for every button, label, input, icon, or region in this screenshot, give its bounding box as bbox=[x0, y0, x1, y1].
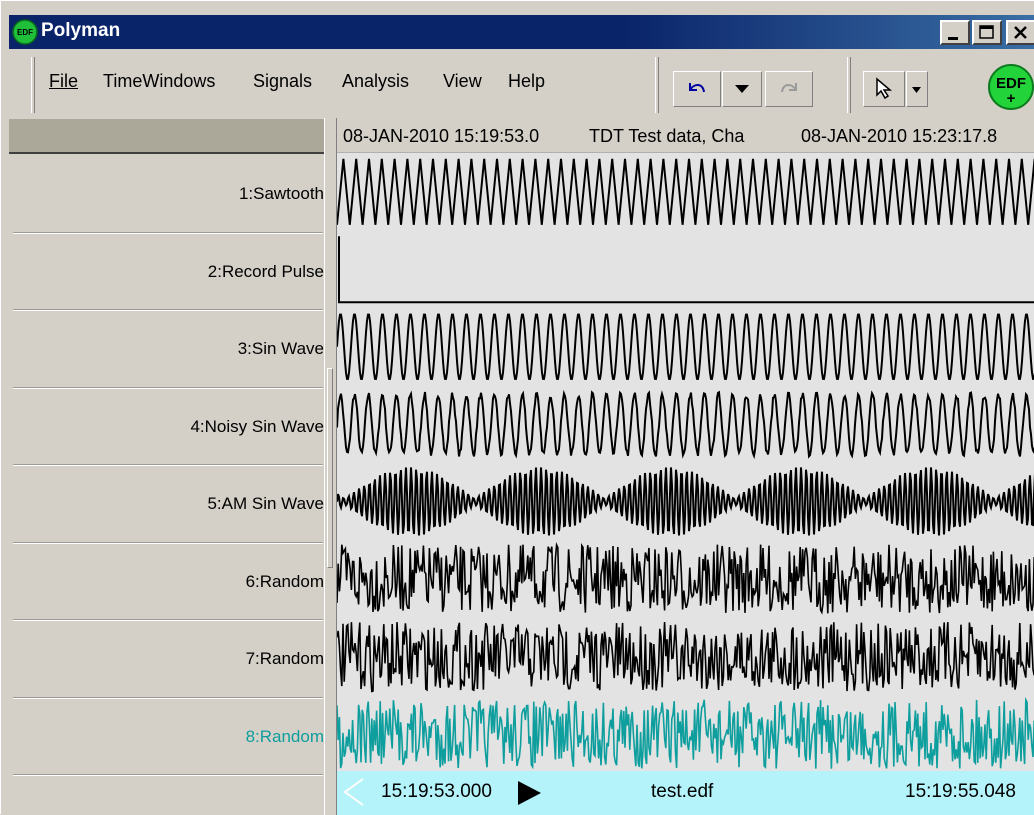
maximize-button[interactable] bbox=[972, 20, 1002, 45]
waveform-random[interactable] bbox=[337, 622, 1034, 693]
waveform-sine[interactable] bbox=[337, 313, 1034, 380]
header-recording-info: TDT Test data, Cha bbox=[589, 126, 745, 146]
waveform-random[interactable] bbox=[337, 542, 1034, 615]
edf-plus-logo: EDF + bbox=[988, 64, 1034, 110]
chevron-down-icon bbox=[912, 87, 921, 93]
menu-grip[interactable] bbox=[31, 57, 35, 113]
channel-label[interactable]: 3:Sin Wave bbox=[9, 339, 324, 359]
pointer-tool-button[interactable] bbox=[863, 71, 905, 107]
redo-button[interactable] bbox=[765, 71, 813, 107]
scroll-forward-icon[interactable] bbox=[515, 779, 543, 807]
edf-app-icon: EDF bbox=[12, 19, 38, 45]
undo-history-dropdown[interactable] bbox=[722, 71, 762, 107]
channel-label[interactable]: 4:Noisy Sin Wave bbox=[9, 417, 324, 437]
close-icon bbox=[1014, 26, 1027, 39]
channel-label[interactable]: 8:Random bbox=[9, 727, 324, 747]
channel-divider bbox=[13, 386, 323, 389]
window-title: Polyman bbox=[41, 20, 121, 41]
channel-divider bbox=[13, 619, 323, 621]
splitter-handle[interactable] bbox=[327, 368, 333, 568]
menu-analysis[interactable]: Analysis bbox=[342, 71, 409, 92]
chevron-down-icon bbox=[735, 85, 749, 93]
svg-text:EDF: EDF bbox=[17, 28, 33, 37]
undo-button[interactable] bbox=[673, 71, 721, 107]
scroll-back-icon[interactable] bbox=[341, 777, 367, 807]
waveform-pulse[interactable] bbox=[338, 236, 1034, 304]
header-end-time: 08-JAN-2010 15:23:17.8 bbox=[801, 126, 998, 146]
minimize-icon bbox=[948, 37, 958, 40]
menu-file-label: File bbox=[49, 71, 79, 91]
menu-bar: File TimeWindows Signals Analysis View H… bbox=[9, 53, 1034, 117]
signal-plot-area[interactable]: 08-JAN-2010 15:19:53.0 TDT Test data, Ch… bbox=[337, 118, 1034, 815]
signal-traces[interactable] bbox=[337, 153, 1034, 771]
waveform-random[interactable] bbox=[337, 696, 1034, 770]
waveform-am-sine[interactable] bbox=[337, 467, 1034, 536]
channel-divider bbox=[13, 231, 323, 234]
maximize-icon bbox=[979, 25, 994, 39]
pointer-tool-dropdown[interactable] bbox=[906, 71, 928, 107]
edf-logo-plus: + bbox=[1007, 90, 1016, 107]
channel-label[interactable]: 1:Sawtooth bbox=[9, 184, 324, 204]
status-filename: test.edf bbox=[651, 781, 714, 802]
channel-list-header bbox=[9, 119, 325, 154]
minimize-button[interactable] bbox=[940, 20, 970, 45]
toolbar-grip-2[interactable] bbox=[847, 57, 851, 113]
pointer-cursor-icon bbox=[876, 77, 893, 100]
menu-signals[interactable]: Signals bbox=[253, 71, 312, 92]
menu-help[interactable]: Help bbox=[508, 71, 545, 92]
close-button[interactable] bbox=[1006, 20, 1034, 45]
channel-divider bbox=[13, 309, 323, 311]
channel-divider bbox=[13, 774, 323, 776]
redo-icon bbox=[781, 83, 797, 93]
channel-divider bbox=[13, 541, 323, 544]
waveform-noisy-sine[interactable] bbox=[337, 389, 1034, 460]
channel-label[interactable]: 7:Random bbox=[9, 649, 324, 669]
menu-view[interactable]: View bbox=[443, 71, 482, 92]
header-start-time: 08-JAN-2010 15:19:53.0 bbox=[343, 126, 540, 146]
status-start-time: 15:19:53.000 bbox=[381, 781, 492, 802]
undo-icon bbox=[689, 83, 705, 93]
channel-list bbox=[9, 118, 334, 815]
pane-splitter[interactable] bbox=[324, 118, 337, 815]
channel-label[interactable]: 6:Random bbox=[9, 572, 324, 592]
menu-timewindows[interactable]: TimeWindows bbox=[103, 71, 215, 92]
channel-label[interactable]: 2:Record Pulse bbox=[9, 262, 324, 282]
waveform-sawtooth[interactable] bbox=[337, 158, 1034, 225]
title-bar[interactable]: EDF Polyman bbox=[9, 15, 1034, 49]
time-navigation-bar: 15:19:53.000 test.edf 15:19:55.048 bbox=[337, 771, 1034, 815]
time-header: 08-JAN-2010 15:19:53.0 TDT Test data, Ch… bbox=[337, 118, 1034, 153]
toolbar-grip[interactable] bbox=[655, 57, 659, 113]
menu-file[interactable]: File bbox=[49, 71, 78, 92]
channel-divider bbox=[13, 464, 323, 466]
app-window: EDF Polyman File TimeWindows Signals Ana… bbox=[0, 0, 1034, 815]
channel-divider bbox=[13, 696, 323, 699]
status-end-time: 15:19:55.048 bbox=[905, 781, 1016, 802]
channel-label[interactable]: 5:AM Sin Wave bbox=[9, 494, 324, 514]
